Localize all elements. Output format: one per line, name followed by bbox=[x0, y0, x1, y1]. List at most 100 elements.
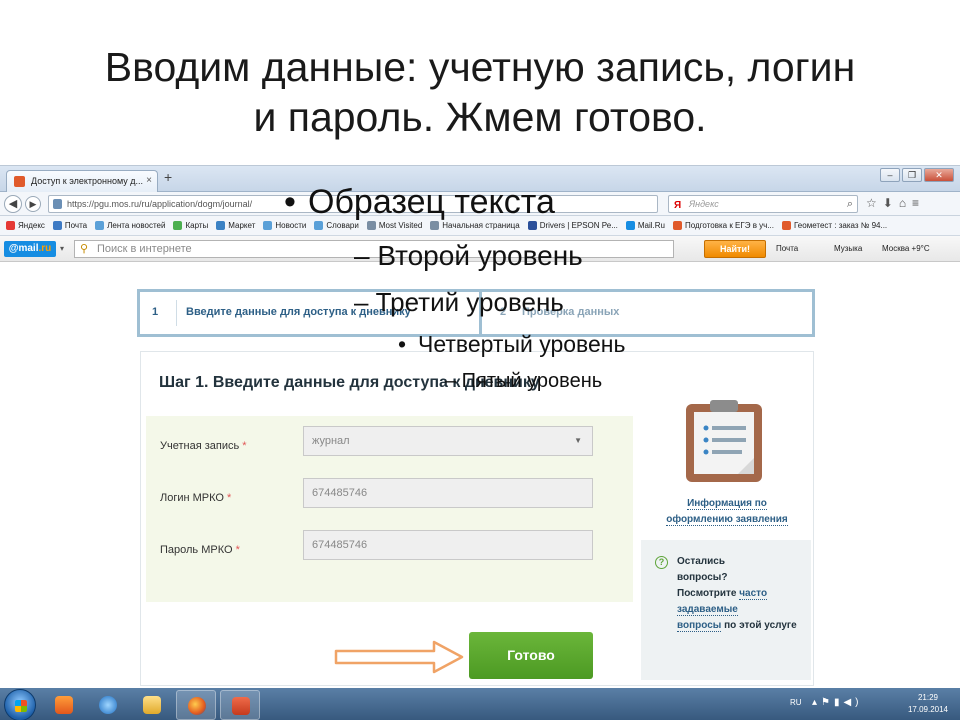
bookmark-favicon-icon bbox=[95, 221, 105, 230]
start-button[interactable] bbox=[4, 689, 36, 720]
mailbar-item-weather[interactable]: Москва +9°C bbox=[882, 244, 930, 253]
close-window-button[interactable]: ✕ bbox=[924, 168, 954, 182]
submit-button[interactable]: Готово bbox=[469, 632, 593, 679]
clipboard-icon bbox=[686, 400, 762, 482]
windows-taskbar: RU ▴⚑▮◀) 21:29 17.09.2014 bbox=[0, 688, 960, 720]
account-label-text: Учетная запись bbox=[160, 440, 240, 452]
mailru-logo[interactable]: @mail.ru bbox=[4, 241, 56, 257]
bookmark-favicon-icon bbox=[366, 221, 376, 230]
bookmark-item[interactable]: Словари bbox=[314, 221, 359, 230]
bookmark-favicon-icon bbox=[6, 221, 15, 230]
bookmark-item[interactable]: Маркет bbox=[216, 221, 255, 230]
bookmark-favicon-icon bbox=[625, 221, 635, 230]
required-mark: * bbox=[242, 440, 247, 452]
mailbar-item-music[interactable]: Музыка bbox=[834, 244, 862, 253]
account-label: Учетная запись * bbox=[160, 440, 247, 452]
placeholder-level3: – Третий уровень bbox=[354, 287, 564, 317]
bookmark-item[interactable]: Геометест : заказ № 94... bbox=[782, 221, 887, 230]
bookmark-favicon-icon bbox=[216, 221, 226, 230]
ie-browser-icon[interactable] bbox=[88, 690, 128, 720]
clock-date: 17.09.2014 bbox=[907, 705, 948, 714]
bookmark-label: Most Visited bbox=[378, 221, 423, 230]
bookmark-label: Подготовка к ЕГЭ в уч... bbox=[685, 221, 774, 230]
presentation-app-icon[interactable] bbox=[220, 690, 260, 720]
new-tab-button[interactable]: + bbox=[164, 169, 172, 185]
chevron-down-icon[interactable]: ▾ bbox=[60, 244, 64, 253]
slide-title: Вводим данные: учетную запись, логин и п… bbox=[20, 42, 940, 142]
password-field[interactable]: 674485746 bbox=[303, 530, 593, 560]
step-divider bbox=[176, 300, 177, 326]
bookmark-label: Геометест : заказ № 94... bbox=[794, 221, 888, 230]
chevron-down-icon: ▼ bbox=[574, 436, 582, 445]
firefox-icon[interactable] bbox=[176, 690, 216, 720]
mailbar-item-mail[interactable]: Почта bbox=[776, 244, 798, 253]
questions-line2: вопросы? bbox=[677, 572, 728, 583]
language-indicator[interactable]: RU bbox=[790, 698, 802, 707]
bookmark-label: Маркет bbox=[228, 221, 256, 230]
mailru-logo-suffix: .ru bbox=[38, 243, 52, 254]
login-field[interactable]: 674485746 bbox=[303, 478, 593, 508]
bookmark-label: Начальная страница bbox=[442, 221, 520, 230]
browser-tab[interactable]: Доступ к электронному д... × bbox=[6, 170, 158, 192]
forward-button[interactable]: ▶ bbox=[25, 196, 41, 212]
orange-arrow-icon bbox=[334, 640, 464, 674]
questions-tail: по этой услуге bbox=[724, 620, 797, 631]
placeholder-level5: – Пятый уровень bbox=[445, 370, 603, 392]
bookmark-item[interactable]: Яндекс bbox=[6, 221, 45, 230]
placeholder-level1: Образец текста bbox=[284, 183, 555, 222]
password-label: Пароль МРКО * bbox=[160, 544, 240, 556]
account-select[interactable]: журнал ▼ bbox=[303, 426, 593, 456]
bookmark-label: Почта bbox=[64, 221, 88, 230]
faq-link-part1[interactable]: часто bbox=[739, 588, 768, 600]
bookmark-item[interactable]: Почта bbox=[52, 221, 88, 230]
faq-link-part2[interactable]: задаваемые bbox=[677, 604, 738, 616]
account-select-value: журнал bbox=[312, 435, 350, 447]
bookmark-label: Карты bbox=[185, 221, 209, 230]
search-icon[interactable]: ⌕ bbox=[847, 196, 853, 212]
clock[interactable]: 21:29 17.09.2014 bbox=[908, 692, 948, 716]
bookmark-label: Mail.Ru bbox=[637, 221, 665, 230]
find-button[interactable]: Найти! bbox=[704, 240, 766, 258]
bookmark-item[interactable]: Drivers | EPSON Ре... bbox=[527, 221, 618, 230]
questions-text: Остались вопросы? Посмотрите часто задав… bbox=[677, 554, 803, 634]
bookmark-item[interactable]: Новости bbox=[263, 221, 306, 230]
placeholder-level4: Четвертый уровень bbox=[398, 331, 625, 358]
minimize-button[interactable]: – bbox=[880, 168, 900, 182]
tab-title: Доступ к электронному д... bbox=[31, 176, 144, 186]
back-button[interactable]: ◀ bbox=[4, 195, 22, 213]
bookmark-item[interactable]: Лента новостей bbox=[95, 221, 165, 230]
info-link[interactable]: Информация по оформлению заявления bbox=[641, 496, 813, 528]
info-link-line1[interactable]: Информация по bbox=[687, 498, 767, 510]
bookmark-item[interactable]: Карты bbox=[173, 221, 208, 230]
info-link-line2[interactable]: оформлению заявления bbox=[666, 514, 788, 526]
bookmark-item[interactable]: Most Visited bbox=[366, 221, 423, 230]
login-label: Логин МРКО * bbox=[160, 492, 231, 504]
bookmark-favicon-icon bbox=[263, 221, 273, 230]
slide-title-line2: и пароль. Жмем готово. bbox=[253, 94, 707, 140]
bookmark-item[interactable]: Подготовка к ЕГЭ в уч... bbox=[673, 221, 774, 230]
bookmark-favicon-icon bbox=[782, 221, 791, 230]
bookmark-label: Новости bbox=[275, 221, 307, 230]
clock-time: 21:29 bbox=[917, 693, 938, 702]
media-player-icon[interactable] bbox=[44, 690, 84, 720]
folder-icon[interactable] bbox=[132, 690, 172, 720]
bookmark-item[interactable]: Mail.Ru bbox=[625, 221, 665, 230]
web-page: 1 Введите данные для доступа к дневнику … bbox=[0, 263, 960, 686]
lock-icon bbox=[53, 199, 62, 209]
bookmark-item[interactable]: Начальная страница bbox=[430, 221, 520, 230]
system-tray: RU ▴⚑▮◀) 21:29 17.09.2014 bbox=[780, 688, 960, 720]
browser-search-input[interactable]: Я Яндекс ⌕ bbox=[668, 195, 858, 213]
restore-button[interactable]: ❐ bbox=[902, 168, 922, 182]
bookmark-label: Словари bbox=[326, 221, 359, 230]
access-form: Учетная запись * журнал ▼ Логин МРКО * 6… bbox=[146, 416, 633, 602]
site-favicon-icon bbox=[14, 176, 25, 187]
required-mark: * bbox=[235, 544, 240, 556]
tray-icons[interactable]: ▴⚑▮◀) bbox=[812, 697, 863, 708]
bookmark-favicon-icon bbox=[430, 221, 440, 230]
faq-link-part3[interactable]: вопросы bbox=[677, 620, 722, 632]
required-mark: * bbox=[227, 492, 232, 504]
tab-close-icon[interactable]: × bbox=[146, 175, 152, 186]
toolbar-icons[interactable]: ☆⬇⌂≡ bbox=[866, 196, 925, 210]
internet-search-placeholder: Поиск в интернете bbox=[97, 243, 192, 255]
search-icon: ⚲ bbox=[80, 243, 89, 255]
